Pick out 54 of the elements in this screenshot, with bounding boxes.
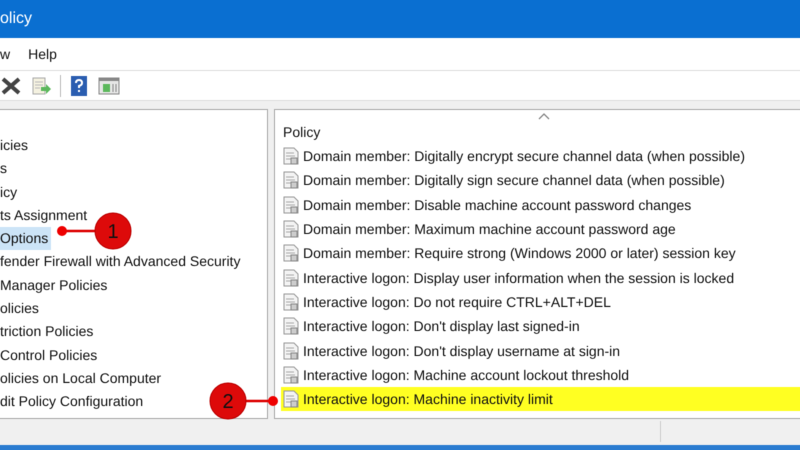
policy-row[interactable]: Interactive logon: Machine inactivity limit [281, 386, 800, 412]
policy-name: Interactive logon: Machine inactivity limit [303, 391, 553, 408]
policy-row[interactable]: Domain member: Digitally sign secure channel data (when possible) [281, 168, 800, 193]
tree-item[interactable]: Options [0, 227, 52, 250]
help-icon[interactable] [69, 74, 89, 96]
numbered-callout: 2 [209, 382, 280, 420]
policy-row[interactable]: Interactive logon: Don't display username at sign-in [281, 338, 800, 363]
menu-item[interactable]: Help [28, 46, 57, 62]
tree-item[interactable]: Manager Policies [0, 274, 110, 298]
policy-name: Interactive logon: Don't display last signed-in [303, 318, 580, 334]
policy-icon [283, 171, 299, 190]
policy-name: Interactive logon: Don't display username at sign-in [303, 342, 620, 359]
policy-icon [283, 220, 299, 238]
tree-item[interactable]: Control Policies [0, 344, 100, 367]
tree-item[interactable]: olicies on Local Computer [0, 366, 164, 390]
policy-name: Domain member: Digitally sign secure channel data (when possible) [303, 172, 725, 188]
policy-icon [283, 366, 299, 384]
policy-row[interactable]: Domain member: Disable machine account password changes [281, 192, 800, 217]
policy-icon [283, 268, 299, 287]
policy-row[interactable]: Domain member: Digitally encrypt secure channel data (when possible) [281, 144, 800, 168]
policy-row[interactable]: Domain member: Require strong (Windows 2000 or later) session key [281, 241, 800, 266]
policy-icon [283, 317, 299, 336]
policy-name: Interactive logon: Do not require CTRL+ALT+DEL [303, 294, 611, 310]
policy-icon [283, 292, 299, 311]
tree-item[interactable]: dit Policy Configuration [0, 390, 146, 414]
policy-icon [283, 196, 299, 214]
policy-name: Interactive logon: Display user information when the session is locked [303, 270, 734, 286]
policy-icon [283, 244, 299, 262]
show-hide-pane-icon[interactable] [97, 74, 121, 96]
window-title: olicy [0, 10, 32, 28]
policy-name: Domain member: Require strong (Windows 2000 or later) session key [303, 245, 736, 262]
delete-icon[interactable] [0, 74, 22, 96]
sort-caret-icon [538, 112, 550, 120]
policy-row[interactable]: Interactive logon: Don't display last signed-in [281, 314, 800, 338]
tree-item[interactable]: icy [0, 180, 20, 204]
policy-name: Domain member: Disable machine account password changes [303, 196, 692, 213]
policy-icon [283, 390, 299, 408]
policy-row[interactable]: Domain member: Maximum machine account password age [281, 216, 800, 242]
menu-item[interactable]: w [0, 46, 10, 62]
tree-item[interactable]: fender Firewall with Advanced Security [0, 250, 244, 274]
policy-row[interactable]: Interactive logon: Display user information when the session is locked [281, 265, 800, 290]
tree-item[interactable]: ts Assignment [0, 204, 90, 228]
tree-item[interactable]: icies [0, 134, 32, 158]
policy-name: Interactive logon: Machine account lockout threshold [303, 366, 630, 383]
tree-item[interactable]: s [0, 157, 10, 181]
policy-icon [283, 147, 299, 166]
policy-icon [283, 342, 299, 360]
column-header[interactable]: Policy [283, 124, 320, 140]
policy-row[interactable]: Interactive logon: Machine account lockout threshold [281, 362, 800, 387]
tree-item[interactable]: triction Policies [0, 320, 96, 344]
policy-name: Domain member: Maximum machine account password age [303, 221, 676, 238]
tree-item[interactable]: olicies [0, 297, 42, 320]
policy-name: Domain member: Digitally encrypt secure channel data (when possible) [303, 148, 745, 164]
policy-row[interactable]: Interactive logon: Do not require CTRL+ALT+DEL [281, 290, 800, 314]
